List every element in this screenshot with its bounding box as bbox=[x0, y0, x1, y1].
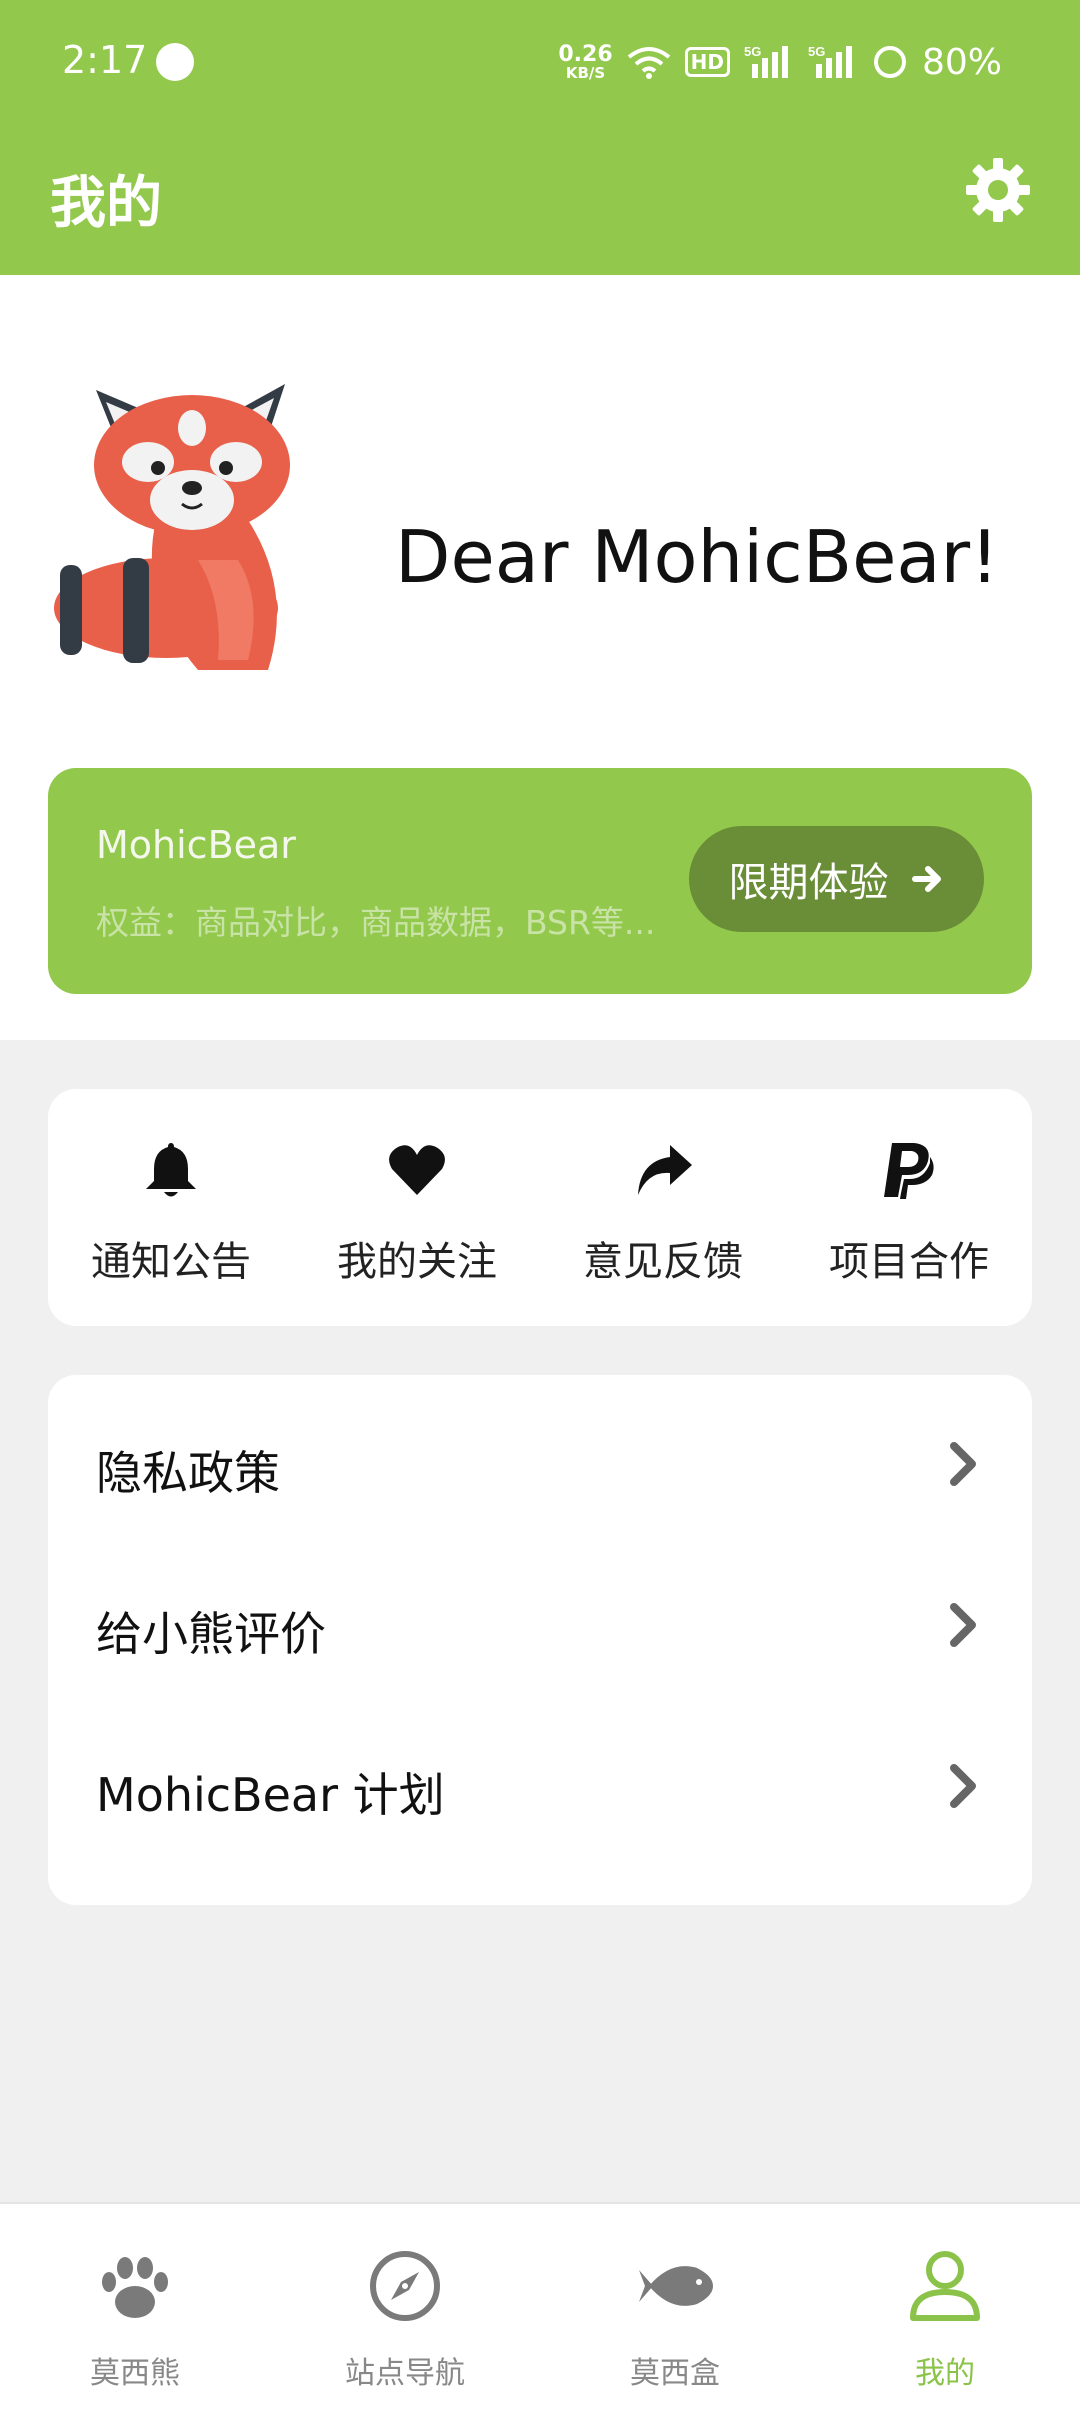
menu-item-label: 给小熊评价 bbox=[96, 1607, 326, 1661]
quick-action-label: 通知公告 bbox=[91, 1239, 251, 1285]
network-speed-unit: KB/S bbox=[565, 63, 606, 82]
menu-item-mohicbear-plan[interactable]: MohicBear 计划 bbox=[48, 1712, 1032, 1852]
member-name: MohicBear bbox=[96, 823, 296, 867]
user-icon bbox=[910, 2251, 980, 2321]
status-indicators: 0.26 KB/S HD 5G 5G 80% bbox=[558, 38, 1002, 86]
nav-tab-mine[interactable]: 我的 bbox=[810, 2204, 1080, 2412]
battery-ring-icon bbox=[873, 46, 906, 78]
hd-badge: HD bbox=[684, 47, 730, 77]
signal-5g-icon-2: 5G bbox=[808, 44, 852, 78]
quick-action-following[interactable]: 我的关注 bbox=[294, 1089, 540, 1326]
top-bar: 2:17 0.26 KB/S HD 5G 5G 80% 我的 bbox=[0, 0, 1080, 275]
my-page: 2:17 0.26 KB/S HD 5G 5G 80% 我的 Dear Mohi… bbox=[0, 0, 1080, 2412]
signal-2-label: 5G bbox=[808, 44, 825, 59]
nav-tab-label: 我的 bbox=[915, 2356, 975, 2391]
red-panda-mascot bbox=[54, 384, 290, 670]
nav-tab-mohicbear[interactable]: 莫西熊 bbox=[0, 2204, 270, 2412]
quick-action-notice[interactable]: 通知公告 bbox=[48, 1089, 294, 1326]
member-card[interactable]: MohicBear 权益：商品对比，商品数据，BSR等... 限期体验 bbox=[48, 768, 1032, 994]
member-benefits: 权益：商品对比，商品数据，BSR等... bbox=[96, 903, 656, 942]
paypal-icon bbox=[884, 1143, 934, 1199]
limited-trial-button[interactable]: 限期体验 bbox=[689, 826, 984, 932]
quick-actions-card: 通知公告 我的关注 意见反馈 项目合作 bbox=[48, 1089, 1032, 1326]
compass-icon bbox=[370, 2251, 440, 2321]
network-speed: 0.26 KB/S bbox=[558, 41, 613, 82]
quick-action-label: 我的关注 bbox=[337, 1239, 497, 1285]
menu-item-rate-bear[interactable]: 给小熊评价 bbox=[48, 1551, 1032, 1691]
share-arrow-icon bbox=[638, 1145, 692, 1195]
signal-5g-icon: 5G bbox=[744, 44, 788, 78]
heart-icon bbox=[389, 1145, 445, 1195]
menu-card: 隐私政策 给小熊评价 MohicBear 计划 bbox=[48, 1375, 1032, 1905]
fish-icon bbox=[639, 2266, 713, 2306]
menu-item-label: 隐私政策 bbox=[96, 1446, 280, 1500]
quick-action-feedback[interactable]: 意见反馈 bbox=[540, 1089, 786, 1326]
chevron-right-icon bbox=[950, 1442, 976, 1486]
quick-action-label: 意见反馈 bbox=[583, 1239, 743, 1285]
chevron-right-icon bbox=[950, 1603, 976, 1647]
wifi-icon bbox=[627, 47, 670, 79]
chevron-right-icon bbox=[950, 1764, 976, 1808]
nav-tab-label: 站点导航 bbox=[345, 2356, 465, 2391]
nav-tab-site-navigation[interactable]: 站点导航 bbox=[270, 2204, 540, 2412]
app-notification-icon bbox=[156, 43, 194, 81]
arrow-right-icon bbox=[911, 866, 941, 892]
menu-item-label: MohicBear 计划 bbox=[96, 1768, 445, 1822]
network-speed-value: 0.26 bbox=[558, 41, 613, 67]
page-title: 我的 bbox=[50, 171, 162, 236]
limited-trial-label: 限期体验 bbox=[728, 860, 889, 906]
gear-icon[interactable] bbox=[964, 156, 1032, 224]
nav-tab-mohic-box[interactable]: 莫西盒 bbox=[540, 2204, 810, 2412]
status-time: 2:17 bbox=[62, 38, 148, 82]
nav-tab-label: 莫西盒 bbox=[630, 2356, 720, 2391]
battery-percent: 80% bbox=[921, 41, 1002, 83]
profile-section: Dear MohicBear! MohicBear 权益：商品对比，商品数据，B… bbox=[0, 275, 1080, 1040]
menu-item-privacy-policy[interactable]: 隐私政策 bbox=[48, 1390, 1032, 1530]
quick-action-label: 项目合作 bbox=[829, 1239, 989, 1285]
greeting-text: Dear MohicBear! bbox=[395, 515, 1000, 599]
bell-icon bbox=[146, 1143, 196, 1197]
paw-icon bbox=[102, 2257, 168, 2318]
nav-tab-label: 莫西熊 bbox=[90, 2356, 180, 2391]
bottom-navigation: 莫西熊 站点导航 莫西盒 我的 bbox=[0, 2202, 1080, 2412]
signal-1-label: 5G bbox=[744, 44, 761, 59]
status-bar: 2:17 0.26 KB/S HD 5G 5G 80% bbox=[0, 0, 1080, 125]
quick-action-cooperation[interactable]: 项目合作 bbox=[786, 1089, 1032, 1326]
